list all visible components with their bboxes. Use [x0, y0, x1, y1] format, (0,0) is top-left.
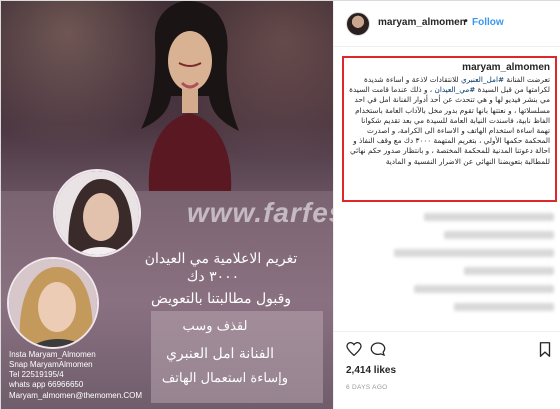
host-portrait [141, 1, 239, 191]
blurred-comments [354, 213, 554, 335]
caption-username[interactable]: maryam_almomen [349, 62, 550, 73]
follow-button[interactable]: Follow [472, 17, 504, 28]
caption-segment: ، و ذلك عندما قامت السيدة مي بنشر فيديو … [349, 85, 550, 166]
box-line-1: لقذف وسب [182, 319, 248, 334]
instagram-post-embed: www.farfesh.com تغريم الاعلامية مي العيد… [0, 0, 560, 409]
headline-line-3: وقبول مطالبتنا بالتعويض [150, 291, 292, 307]
box-line-2: الفنانة امل العنبري [165, 346, 275, 362]
caption-segment: تعرضت الفنانة [504, 75, 550, 84]
post-header: maryam_almomen • Follow [334, 1, 560, 47]
contact-line: Snap MaryamAlmomen [9, 360, 93, 369]
blurred-line [464, 267, 554, 275]
post-sidebar: maryam_almomen • Follow maryam_almomen ت… [333, 1, 560, 409]
avatar[interactable] [346, 12, 370, 36]
watermark: www.farfesh.com [187, 197, 333, 228]
likes-count[interactable]: 2,414 likes [346, 365, 396, 376]
contact-line: Tel 22519195/4 [9, 370, 64, 379]
blurred-line [424, 213, 554, 221]
blurred-line [394, 249, 554, 257]
header-username[interactable]: maryam_almomen [378, 17, 466, 28]
hashtag-link[interactable]: #امل_العنبري [461, 75, 504, 84]
caption-highlight-box: maryam_almomen تعرضت الفنانة #امل_العنبر… [342, 56, 557, 202]
contact-line: whats app 66966650 [9, 380, 84, 389]
blurred-line [454, 303, 554, 311]
bookmark-icon[interactable] [539, 342, 551, 357]
hashtag-link[interactable]: #مي_العيدان [434, 85, 475, 94]
heart-icon[interactable] [346, 342, 362, 356]
portrait-photo-bottom [7, 257, 99, 349]
blurred-line [444, 231, 554, 239]
post-actions: 2,414 likes 6 DAYS AGO [334, 331, 560, 407]
caption-text: تعرضت الفنانة #امل_العنبري للانتقادات لا… [349, 75, 550, 167]
contact-line: Insta Maryam_Almomen [9, 350, 96, 359]
separator-dot: • [463, 16, 469, 27]
contact-line: Maryam_almomen@themomen.COM [9, 391, 143, 400]
blurred-line [414, 285, 554, 293]
headline-line-1: تغريم الاعلامية مي العيدان [144, 251, 298, 267]
post-image[interactable]: www.farfesh.com تغريم الاعلامية مي العيد… [1, 1, 333, 409]
headline-line-2: ٣٠٠٠ دك [186, 269, 240, 285]
comment-icon[interactable] [370, 342, 386, 356]
portrait-photo-top [53, 169, 141, 257]
post-date: 6 DAYS AGO [346, 384, 388, 391]
box-line-3: وإساءة استعمال الهاتف [161, 371, 289, 386]
